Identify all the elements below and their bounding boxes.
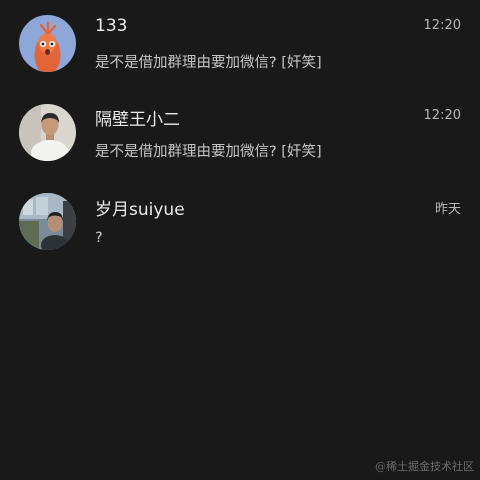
chat-item-岁月suiyue[interactable]: 岁月suiyue 昨天 ? — [0, 193, 480, 284]
contact-name: 133 — [95, 16, 128, 36]
watermark: @稀土掘金技术社区 — [375, 460, 474, 473]
contact-name: 岁月suiyue — [95, 200, 185, 220]
chat-list: 133 12:20 是不是借加群理由要加微信? [奸笑] 隔壁王小二 12:20… — [0, 0, 480, 284]
message-preview: 是不是借加群理由要加微信? [奸笑] — [95, 144, 322, 160]
chat-item-隔壁王小二[interactable]: 隔壁王小二 12:20 是不是借加群理由要加微信? [奸笑] — [0, 104, 480, 194]
person-photo-avatar-icon[interactable] — [19, 104, 76, 161]
message-preview: 是不是借加群理由要加微信? [奸笑] — [95, 55, 322, 71]
mascot-avatar-icon[interactable] — [19, 15, 76, 72]
chat-item-133[interactable]: 133 12:20 是不是借加群理由要加微信? [奸笑] — [0, 14, 480, 104]
message-preview: ? — [95, 230, 103, 246]
person-photo-avatar-icon[interactable] — [19, 193, 76, 250]
contact-name: 隔壁王小二 — [95, 110, 180, 130]
message-time: 12:20 — [423, 108, 461, 123]
message-time: 昨天 — [434, 202, 461, 217]
message-time: 12:20 — [423, 18, 461, 33]
